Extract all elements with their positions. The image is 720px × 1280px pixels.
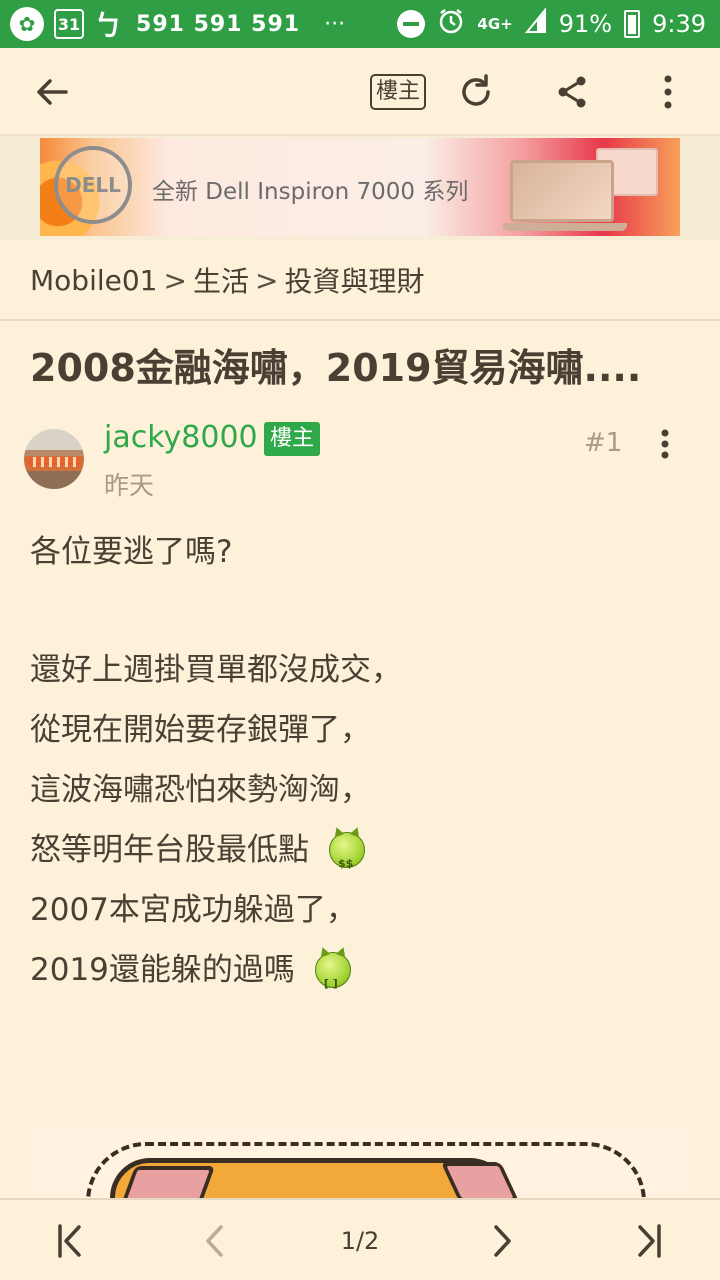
chevron-right-icon [494, 1225, 511, 1257]
prev-page-button[interactable] [175, 1200, 255, 1280]
network-type: 4G+ [477, 15, 513, 33]
status-overflow: ··· [324, 11, 346, 37]
ad-text: 全新 Dell Inspiron 7000 系列 [152, 179, 469, 205]
last-page-button[interactable] [609, 1200, 689, 1280]
last-page-icon [638, 1224, 661, 1258]
post-title: 2008金融海嘯，2019貿易海嘯.... [30, 346, 642, 390]
first-page-icon [58, 1224, 81, 1258]
breadcrumb: Mobile01 > 生活 > 投資與理財 [30, 240, 424, 320]
post-image[interactable] [30, 1122, 690, 1200]
refresh-icon [462, 74, 490, 106]
pagination-bar: 1/2 [0, 1198, 720, 1280]
post-line: 還好上週掛買單都沒成交， [30, 652, 402, 688]
op-only-button[interactable]: 樓主 [366, 48, 430, 136]
share-icon [558, 76, 586, 108]
ad-banner[interactable]: DELL 全新 Dell Inspiron 7000 系列 [40, 138, 680, 236]
status-bar: ✿ 31 ㄅ 591 591 591 ··· 4G+ 91% 9:39 [0, 0, 720, 48]
more-vert-icon [661, 429, 669, 459]
author-name[interactable]: jacky8000 [104, 420, 258, 455]
dell-logo: DELL [54, 146, 132, 224]
breadcrumb-separator: > [254, 263, 279, 297]
dnd-icon [397, 10, 426, 38]
post-line: 2007本宮成功躲過了， [30, 892, 357, 928]
post-body: 各位要逃了嗎? 還好上週掛買單都沒成交， 從現在開始要存銀彈了， 這波海嘯恐怕來… [30, 522, 690, 1000]
post-line: 從現在開始要存銀彈了， [30, 712, 371, 748]
breadcrumb-item-investment[interactable]: 投資與理財 [284, 260, 424, 300]
more-vert-icon [664, 75, 672, 109]
app-bar: 樓主 [0, 48, 720, 136]
worried-face-emoji-icon: [ ] [314, 952, 351, 990]
signal-icon [524, 7, 547, 40]
app-icon: ㄅ [94, 9, 123, 42]
post-line: 2019還能躲的過嗎 [ ] [30, 940, 690, 1000]
battery-percent: 91% [558, 10, 613, 38]
floor-number: #1 [584, 428, 623, 458]
next-page-button[interactable] [462, 1200, 542, 1280]
chevron-left-icon [206, 1225, 223, 1257]
post-line: 各位要逃了嗎? [30, 534, 233, 570]
breadcrumb-item-mobile01[interactable]: Mobile01 [30, 264, 157, 297]
leaf-app-icon: ✿ [10, 7, 44, 41]
divider [0, 319, 720, 321]
ad-banner-area: DELL 全新 Dell Inspiron 7000 系列 [0, 136, 720, 240]
post-time: 昨天 [104, 471, 155, 500]
more-options-button[interactable] [636, 48, 700, 136]
battery-icon [624, 10, 641, 38]
status-numbers: 591 591 591 [136, 11, 301, 37]
back-arrow-icon [37, 79, 68, 105]
post-line: 怒等明年台股最低點 $$ [30, 820, 690, 880]
alarm-icon [437, 7, 465, 41]
avatar[interactable] [24, 429, 84, 489]
money-face-emoji-icon: $$ [329, 832, 365, 870]
breadcrumb-item-life[interactable]: 生活 [193, 260, 249, 300]
clock: 9:39 [652, 10, 706, 38]
breadcrumb-separator: > [163, 263, 187, 297]
back-button[interactable] [20, 48, 84, 136]
op-only-label: 樓主 [369, 74, 426, 110]
op-badge: 樓主 [264, 422, 321, 456]
post-line: 這波海嘯恐怕來勢洶洶， [30, 772, 371, 808]
refresh-button[interactable] [444, 48, 508, 136]
page-indicator[interactable]: 1/2 [310, 1200, 410, 1280]
laptop-image [503, 160, 627, 231]
share-button[interactable] [540, 48, 604, 136]
post-more-button[interactable] [648, 424, 682, 464]
calendar-icon: 31 [54, 9, 84, 39]
first-page-button[interactable] [30, 1200, 110, 1280]
post-line-blank [30, 582, 690, 640]
